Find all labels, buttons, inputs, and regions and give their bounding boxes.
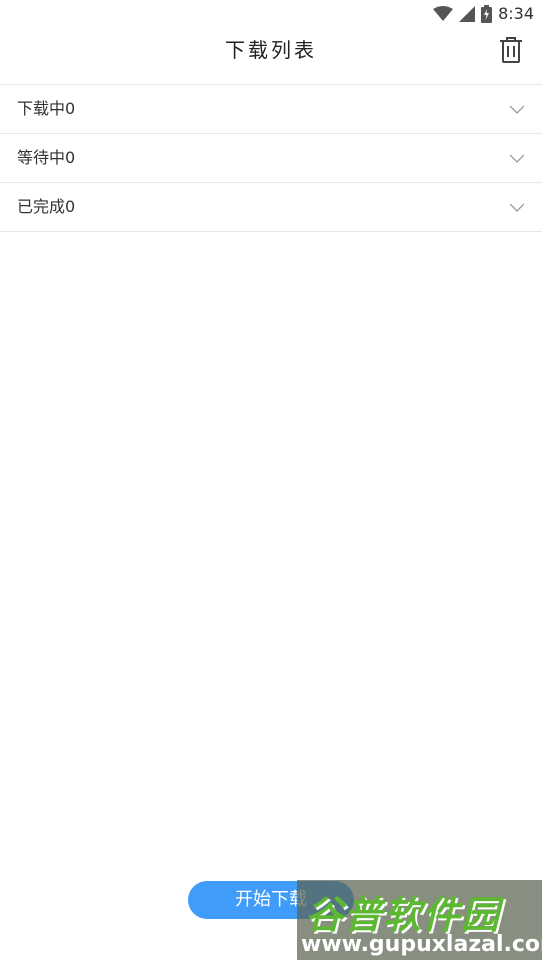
section-list: 下载中0 等待中0 已完成0 (0, 85, 542, 232)
section-downloading[interactable]: 下载中0 (0, 85, 542, 134)
section-completed[interactable]: 已完成0 (0, 183, 542, 232)
status-icons: 8:34 (433, 4, 534, 24)
watermark-url: www.gupuxlazal.com (301, 932, 542, 957)
delete-button[interactable] (498, 36, 524, 64)
chevron-down-icon (510, 154, 524, 163)
wifi-icon (433, 6, 454, 21)
watermark-brand: 谷普软件园 (305, 893, 501, 937)
section-waiting[interactable]: 等待中0 (0, 134, 542, 183)
page-title: 下载列表 (225, 38, 317, 62)
cell-signal-icon (459, 6, 476, 22)
watermark: 谷普软件园 www.gupuxlazal.com (297, 880, 542, 960)
chevron-down-icon (510, 105, 524, 114)
section-label: 等待中0 (17, 148, 76, 167)
app-header: 下载列表 (0, 28, 542, 85)
status-bar: 8:34 (0, 0, 542, 28)
battery-charging-icon (481, 5, 493, 23)
section-label: 已完成0 (17, 197, 76, 216)
section-label: 下载中0 (17, 99, 76, 118)
trash-icon (500, 37, 522, 63)
status-time: 8:34 (498, 4, 534, 23)
chevron-down-icon (510, 203, 524, 212)
